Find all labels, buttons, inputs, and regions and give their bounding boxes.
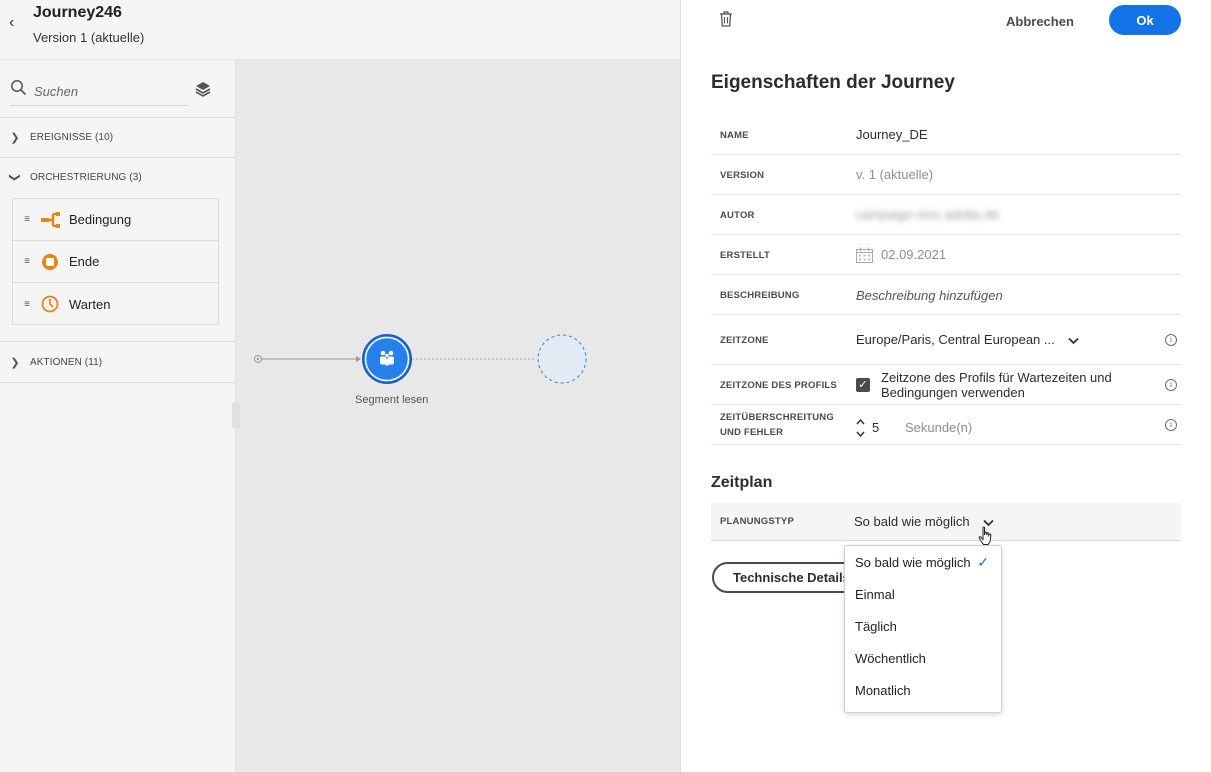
dropdown-option[interactable]: Täglich [845, 610, 1001, 642]
property-row-version: VERSION v. 1 (aktuelle) [711, 155, 1181, 195]
chevron-right-icon: ❯ [10, 356, 20, 369]
property-label: BESCHREIBUNG [720, 290, 800, 301]
panel-title: Eigenschaften der Journey [711, 72, 955, 93]
hand-cursor-icon [978, 526, 992, 545]
schedule-type-value: So bald wie möglich [854, 514, 970, 529]
end-icon [42, 253, 58, 270]
property-row-author: AUTOR campaign-mnc.adobe.de [711, 195, 1181, 235]
dropdown-option[interactable]: Wöchentlich [845, 642, 1001, 674]
properties-panel: Abbrechen Ok Eigenschaften der Journey N… [680, 0, 1211, 772]
schedule-type-dropdown: So bald wie möglich ✓ Einmal Täglich Wöc… [844, 545, 1002, 713]
journey-canvas[interactable]: Segment lesen [236, 60, 680, 772]
timeout-input[interactable]: 5 [872, 420, 879, 435]
search-icon [11, 80, 27, 96]
property-row-created: ERSTELLT 02.09.2021 [711, 235, 1181, 275]
search-input[interactable] [34, 80, 184, 102]
divider [0, 382, 236, 383]
journey-version: Version 1 (aktuelle) [33, 30, 145, 45]
stepper-icon[interactable] [856, 418, 865, 438]
property-label: AUTOR [720, 210, 755, 221]
created-value: 02.09.2021 [881, 247, 947, 262]
wait-icon [41, 295, 59, 313]
property-label: NAME [720, 130, 749, 141]
timeout-unit: Sekunde(n) [905, 420, 973, 435]
segment-node[interactable] [362, 334, 412, 384]
section-orchestration-label: ORCHESTRIERUNG (3) [30, 171, 142, 183]
section-orchestration[interactable]: ❯ ORCHESTRIERUNG (3) [0, 157, 236, 197]
dropdown-option[interactable]: Monatlich [845, 674, 1001, 706]
property-label: ZEITÜBERSCHREITUNG UND FEHLER [720, 412, 834, 438]
property-row-profile-timezone: ZEITZONE DES PROFILS ✓ Zeitzone des Prof… [711, 365, 1181, 405]
orchestration-item-label: Ende [69, 254, 100, 269]
profile-timezone-text: Zeitzone des Profils für Wartezeiten und… [881, 370, 1112, 400]
placeholder-node[interactable] [537, 334, 587, 384]
timezone-value: Europe/Paris, Central European ... [856, 332, 1055, 347]
condition-icon [41, 211, 60, 228]
property-label: PLANUNGSTYP [720, 516, 794, 527]
property-label: VERSION [720, 170, 765, 181]
dropdown-option[interactable]: Einmal [845, 578, 1001, 610]
drag-handle-icon[interactable]: ≡ [13, 256, 41, 267]
cancel-button[interactable]: Abbrechen [1006, 9, 1074, 33]
trash-icon[interactable] [719, 11, 733, 27]
activity-palette: ❯ EREIGNISSE (10) ❯ ORCHESTRIERUNG (3) ≡… [0, 60, 236, 772]
property-label: ERSTELLT [720, 250, 770, 261]
section-actions[interactable]: ❯ AKTIONEN (11) [0, 342, 236, 382]
chevron-down-icon [1068, 337, 1079, 344]
back-arrow-icon[interactable]: ‹ [9, 14, 14, 32]
orchestration-item-end[interactable]: ≡ Ende [13, 241, 218, 283]
section-actions-label: AKTIONEN (11) [30, 356, 103, 368]
author-value: campaign-mnc.adobe.de [856, 207, 1000, 222]
calendar-icon [856, 247, 873, 263]
orchestration-item-condition[interactable]: ≡ Bedingung [13, 199, 218, 241]
search-box [10, 78, 188, 106]
segment-node-label: Segment lesen [355, 394, 429, 406]
info-icon[interactable]: i [1165, 419, 1177, 431]
top-header: ‹ Journey246 Version 1 (aktuelle) [0, 0, 680, 60]
section-events-label: EREIGNISSE (10) [30, 131, 114, 143]
orchestration-list: ≡ Bedingung ≡ Ende ≡ Warten [12, 198, 219, 325]
schedule-title: Zeitplan [711, 474, 773, 491]
dropdown-option[interactable]: So bald wie möglich ✓ [845, 546, 1001, 578]
drag-handle-icon[interactable]: ≡ [13, 299, 41, 310]
description-field[interactable]: Beschreibung hinzufügen [856, 288, 1003, 303]
property-row-timeout: ZEITÜBERSCHREITUNG UND FEHLER 5 Sekunde(… [711, 405, 1181, 445]
chevron-right-icon: ❯ [10, 131, 20, 144]
journey-title: Journey246 [33, 4, 122, 21]
orchestration-item-wait[interactable]: ≡ Warten [13, 283, 218, 325]
layers-icon[interactable] [194, 80, 212, 98]
timezone-picker[interactable]: Europe/Paris, Central European ... [856, 332, 1079, 347]
ok-button[interactable]: Ok [1109, 5, 1181, 35]
name-field[interactable]: Journey_DE [856, 127, 928, 142]
property-label: ZEITZONE DES PROFILS [720, 380, 837, 391]
technical-details-button[interactable]: Technische Details [712, 562, 862, 593]
version-value: v. 1 (aktuelle) [856, 167, 934, 182]
property-row-timezone: ZEITZONE Europe/Paris, Central European … [711, 315, 1181, 365]
property-row-schedule-type: PLANUNGSTYP So bald wie möglich [711, 503, 1181, 541]
info-icon[interactable]: i [1165, 379, 1177, 391]
schedule-type-picker[interactable]: So bald wie möglich [854, 514, 994, 529]
profile-timezone-checkbox[interactable]: ✓ [856, 378, 870, 392]
property-row-name: NAME Journey_DE [711, 115, 1181, 155]
canvas-graph [254, 334, 587, 384]
property-label: ZEITZONE [720, 335, 769, 346]
section-events[interactable]: ❯ EREIGNISSE (10) [0, 117, 236, 157]
orchestration-item-label: Bedingung [69, 212, 132, 227]
resize-handle[interactable] [232, 402, 240, 428]
drag-handle-icon[interactable]: ≡ [13, 214, 41, 225]
orchestration-item-label: Warten [69, 296, 111, 312]
chevron-down-icon: ❯ [8, 172, 21, 182]
checkmark-icon: ✓ [977, 553, 989, 570]
property-row-description: BESCHREIBUNG Beschreibung hinzufügen [711, 275, 1181, 315]
info-icon[interactable]: i [1165, 334, 1177, 346]
